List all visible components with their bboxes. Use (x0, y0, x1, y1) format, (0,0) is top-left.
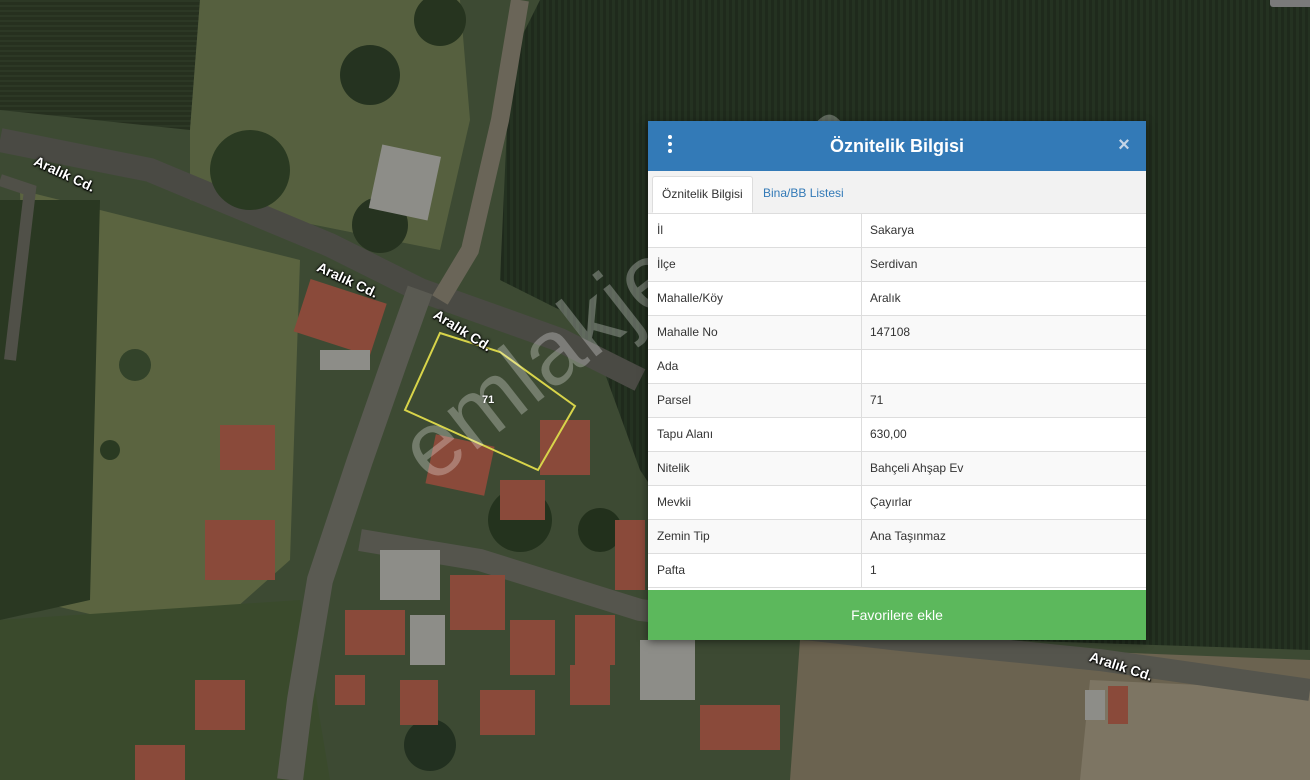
add-to-favorites-button[interactable]: Favorilere ekle (648, 590, 1146, 640)
attribute-table: İl Sakarya İlçe Serdivan Mahalle/Köy Aralık… (648, 214, 1146, 588)
row-key: İlçe (657, 257, 676, 271)
row-key: Ada (657, 359, 679, 373)
tab-building-list[interactable]: Bina/BB Listesi (754, 176, 853, 213)
row-key: Nitelik (657, 461, 690, 475)
row-key: Pafta (657, 563, 686, 577)
table-row: Mevkii Çayırlar (648, 486, 1146, 520)
table-row: Ada (648, 350, 1146, 384)
row-value: Ana Taşınmaz (870, 529, 946, 543)
close-icon[interactable]: × (1114, 133, 1134, 157)
row-value: 71 (870, 393, 884, 407)
row-value: Bahçeli Ahşap Ev (870, 461, 964, 475)
tab-bar: Öznitelik Bilgisi Bina/BB Listesi (648, 171, 1146, 214)
row-value: Serdivan (870, 257, 918, 271)
row-key: Tapu Alanı (657, 427, 714, 441)
table-row: Mahalle/Köy Aralık (648, 282, 1146, 316)
row-value: Çayırlar (870, 495, 913, 509)
row-key: Zemin Tip (657, 529, 710, 543)
table-row: Pafta 1 (648, 554, 1146, 588)
row-value: 1 (870, 563, 877, 577)
row-value: 147108 (870, 325, 911, 339)
row-key: İl (657, 223, 663, 237)
parcel-number-label: 71 (482, 394, 495, 406)
row-key: Mahalle/Köy (657, 291, 724, 305)
row-value: Sakarya (870, 223, 915, 237)
row-key: Mevkii (657, 495, 692, 509)
table-row: Zemin Tip Ana Taşınmaz (648, 520, 1146, 554)
row-value: Aralık (870, 291, 901, 305)
corner-control[interactable] (1270, 0, 1310, 7)
row-key: Mahalle No (657, 325, 718, 339)
table-row: İl Sakarya (648, 214, 1146, 248)
panel-title: Öznitelik Bilgisi (829, 136, 965, 156)
table-row: Tapu Alanı 630,00 (648, 418, 1146, 452)
tab-attribute-info[interactable]: Öznitelik Bilgisi (652, 176, 753, 213)
table-row: Mahalle No 147108 (648, 316, 1146, 350)
row-value: 630,00 (870, 427, 907, 441)
table-row: Nitelik Bahçeli Ahşap Ev (648, 452, 1146, 486)
row-key: Parsel (657, 393, 692, 407)
attribute-info-panel: Öznitelik Bilgisi × Öznitelik Bilgisi Bi… (648, 121, 1146, 640)
panel-header: Öznitelik Bilgisi × (648, 121, 1146, 171)
table-row: Parsel 71 (648, 384, 1146, 418)
table-row: İlçe Serdivan (648, 248, 1146, 282)
